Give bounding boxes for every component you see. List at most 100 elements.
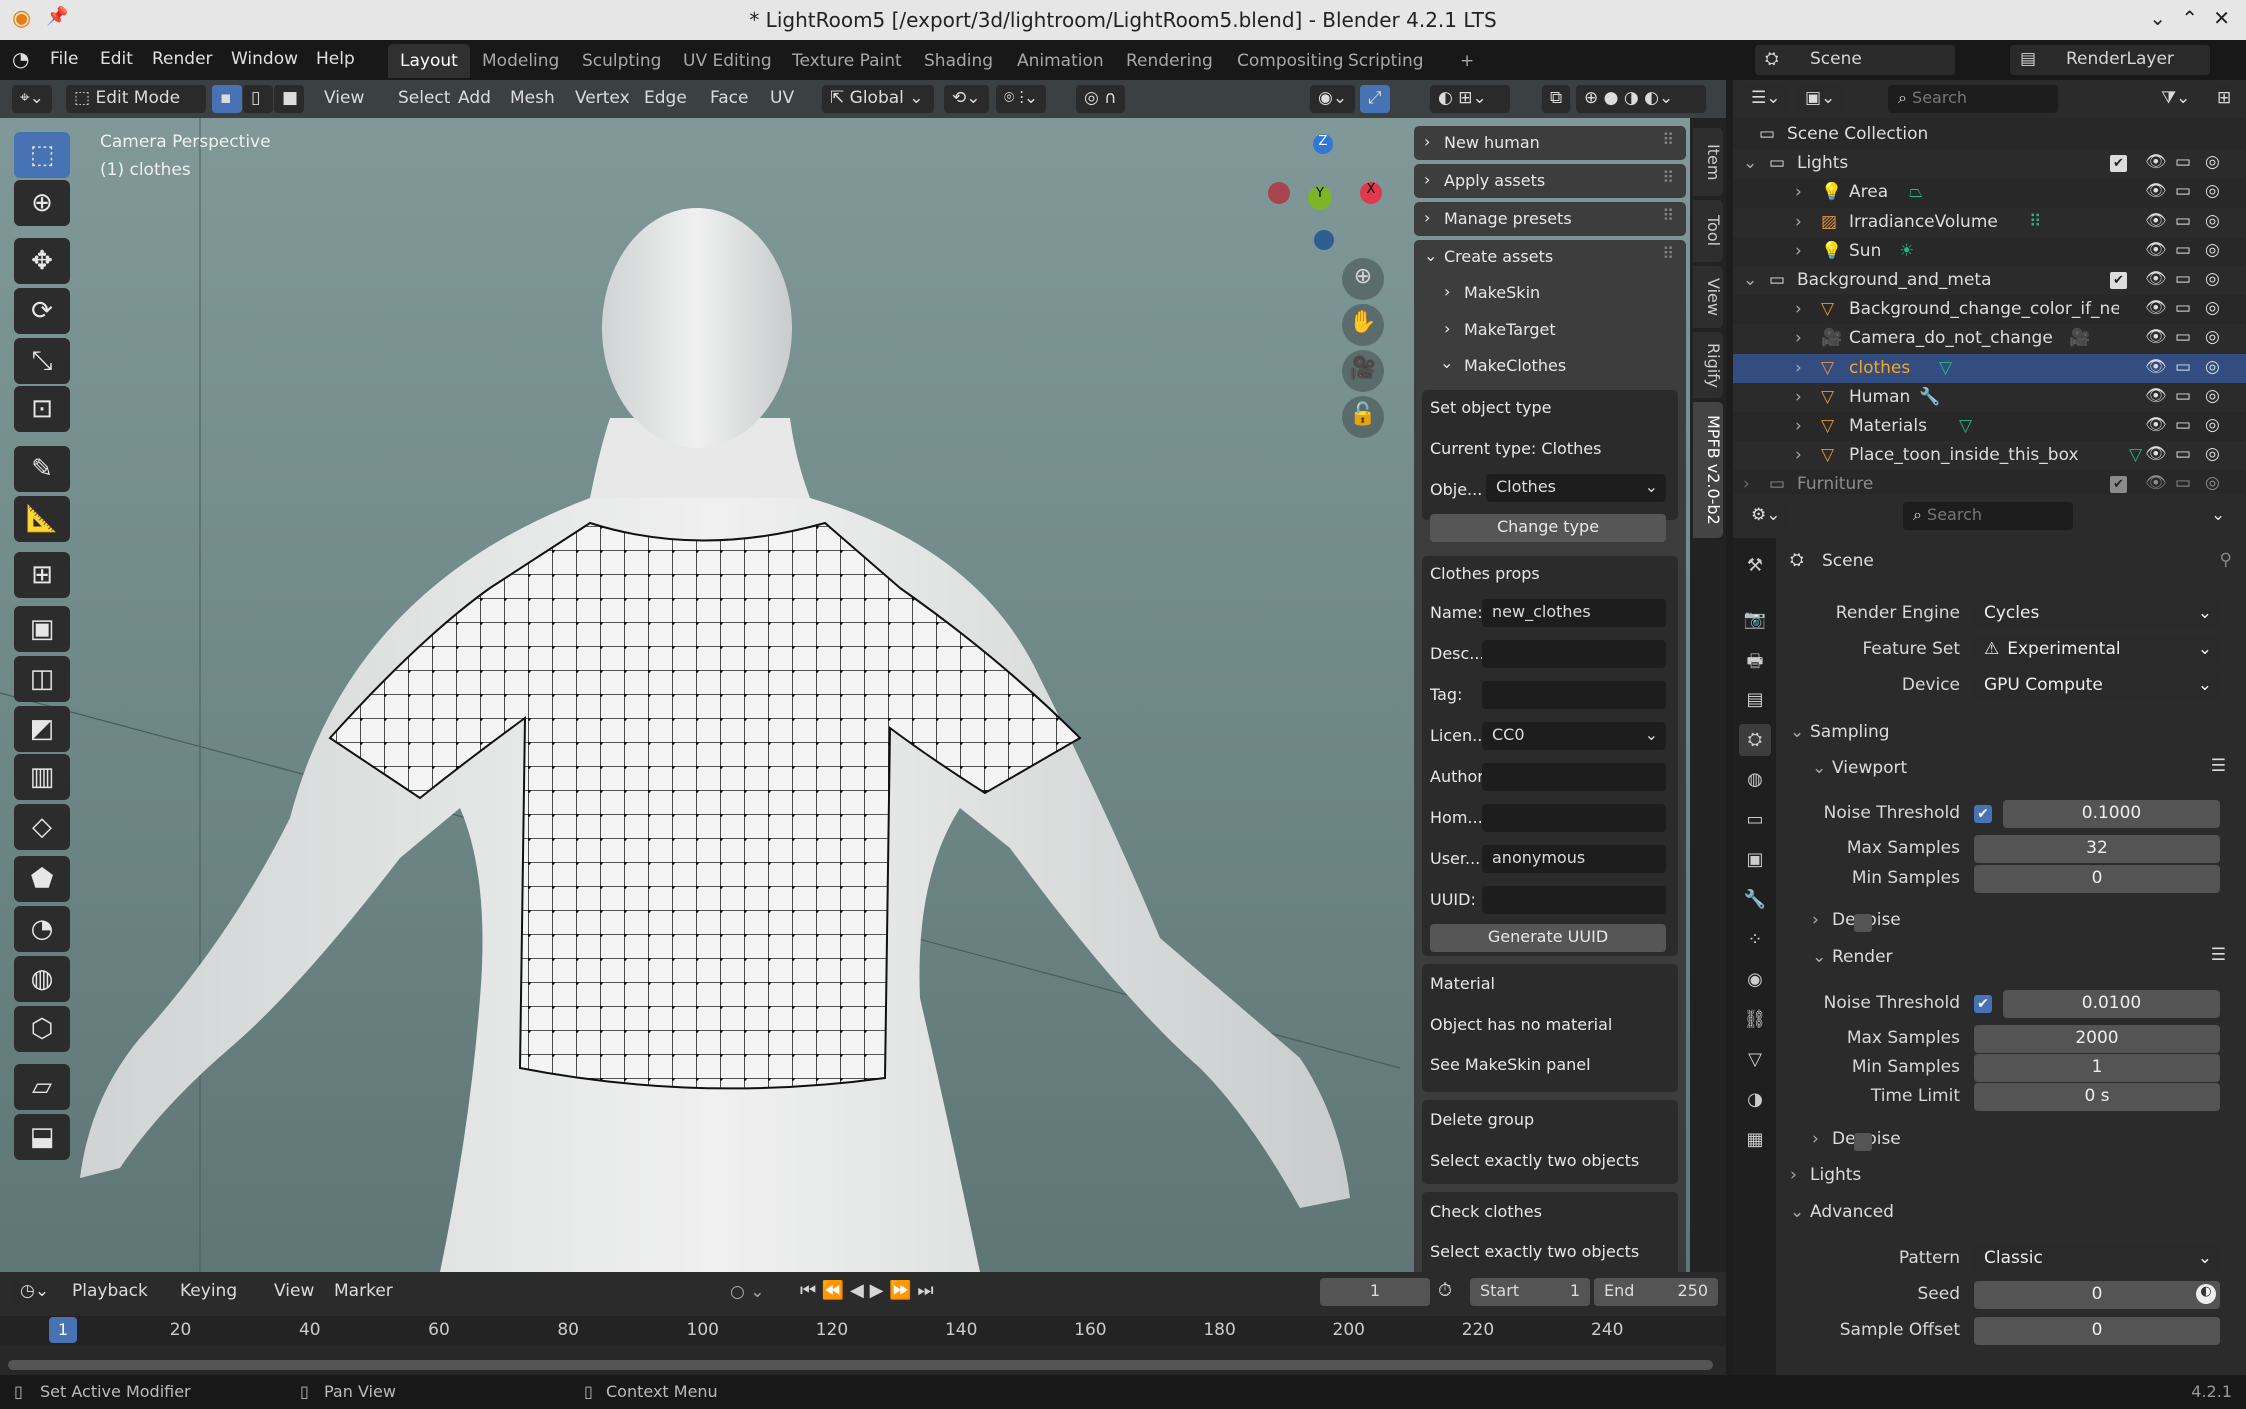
- stopwatch-icon[interactable]: ⏱: [1438, 1280, 1452, 1301]
- visibility-camera-render-icon[interactable]: ◎: [2205, 415, 2220, 435]
- menu-select[interactable]: Select: [390, 85, 458, 113]
- object-name[interactable]: Place_toon_inside_this_box: [1849, 445, 2079, 465]
- object-name[interactable]: Lights: [1797, 153, 1848, 173]
- panel-new-human[interactable]: › New human ⠿: [1414, 126, 1686, 160]
- properties-tab-render-icon[interactable]: 📷: [1739, 604, 1771, 636]
- panel-title[interactable]: Create assets: [1444, 247, 1553, 266]
- visibility-camera-render-icon[interactable]: ◎: [2205, 181, 2220, 201]
- clothes-prop-field[interactable]: new_clothes: [1482, 599, 1666, 627]
- properties-tab-data-icon[interactable]: ▽: [1739, 1044, 1771, 1076]
- shading-modes[interactable]: ⊕ ● ◑ ◐⌄: [1576, 85, 1706, 113]
- playhead[interactable]: 1: [49, 1317, 77, 1343]
- visibility-monitor-icon[interactable]: ▭: [2175, 473, 2191, 493]
- gizmo-neg-x[interactable]: [1268, 182, 1290, 204]
- new-collection-icon[interactable]: ⊞: [2209, 85, 2240, 113]
- tab-rigify[interactable]: Rigify: [1693, 332, 1723, 398]
- subpanel-makeskin[interactable]: MakeSkin: [1464, 283, 1540, 302]
- tool-inset-icon[interactable]: ◫: [14, 656, 70, 702]
- visibility-camera-render-icon[interactable]: ◎: [2205, 473, 2220, 493]
- subpanel-makeclothes[interactable]: MakeClothes: [1464, 356, 1566, 375]
- chevron-right-icon[interactable]: ›: [1795, 328, 1802, 348]
- visibility-eye-icon[interactable]: 👁: [2145, 357, 2167, 377]
- exclude-checkbox[interactable]: ✔: [2110, 272, 2127, 289]
- clothes-prop-field[interactable]: CC0 ⌄: [1482, 722, 1666, 750]
- drag-handle-icon[interactable]: ⠿: [1662, 206, 1674, 225]
- drag-handle-icon[interactable]: ⠿: [1662, 130, 1674, 149]
- chevron-right-icon[interactable]: ›: [1795, 182, 1802, 202]
- menu-edge[interactable]: Edge: [636, 85, 695, 113]
- properties-tab-world-icon[interactable]: ◍: [1739, 764, 1771, 796]
- gizmo-x-axis[interactable]: X: [1360, 182, 1382, 204]
- playback-controls[interactable]: ⏮ ⏪ ◀ ▶ ⏩ ⏭: [800, 1280, 934, 1301]
- chevron-right-icon[interactable]: ›: [1812, 1129, 1819, 1149]
- timeline-editor-type[interactable]: ◷⌄: [12, 1278, 58, 1306]
- gizmo-y-axis[interactable]: Y: [1308, 186, 1332, 210]
- properties-tab-object-icon[interactable]: ▣: [1739, 844, 1771, 876]
- tool-rip-icon[interactable]: ⬓: [14, 1114, 70, 1160]
- object-name[interactable]: clothes: [1849, 358, 1910, 378]
- end-frame-field[interactable]: End 250: [1594, 1278, 1718, 1306]
- modifier-icon[interactable]: 🔧: [1919, 387, 1940, 407]
- properties-tab-scene-icon[interactable]: ⛭: [1739, 724, 1771, 756]
- visibility-monitor-icon[interactable]: ▭: [2175, 327, 2191, 347]
- property-field[interactable]: 0.0100: [2003, 990, 2220, 1018]
- outliner-row-furniture[interactable]: › ▭ Furniture ✔ 👁 ▭ ◎: [1733, 470, 2246, 494]
- panel-manage-presets[interactable]: › Manage presets ⠿: [1414, 202, 1686, 236]
- properties-tab-constraints-icon[interactable]: ⛓: [1739, 1004, 1771, 1036]
- object-name[interactable]: Background_change_color_if_nec: [1849, 299, 2119, 319]
- tool-move-icon[interactable]: ✥: [14, 238, 70, 284]
- display-mode-icon[interactable]: ▣⌄: [1797, 85, 1844, 113]
- outliner-row-place_toon_inside_this_box[interactable]: › ▽ Place_toon_inside_this_box ▽ 👁 ▭ ◎: [1733, 441, 2246, 471]
- tool-poly-build-icon[interactable]: ⬟: [14, 856, 70, 902]
- visibility-monitor-icon[interactable]: ▭: [2175, 444, 2191, 464]
- edge-select-button[interactable]: ▯: [243, 85, 273, 113]
- outliner-row-area[interactable]: › 💡 Area ⏢ 👁 ▭ ◎: [1733, 178, 2246, 207]
- outliner-editor-type[interactable]: ☰⌄: [1743, 85, 1789, 113]
- transform-orientation[interactable]: ⇱ Global ⌄: [822, 85, 934, 113]
- visibility-monitor-icon[interactable]: ▭: [2175, 240, 2191, 260]
- pivot-icon[interactable]: ⟲⌄: [944, 85, 989, 113]
- outliner-row-camera_do_not_change[interactable]: › 🎥 Camera_do_not_change 🎥 👁 ▭ ◎: [1733, 324, 2246, 354]
- tool-extrude-icon[interactable]: ▣: [14, 606, 70, 652]
- checkbox[interactable]: ✔: [1974, 995, 1992, 1013]
- chevron-down-icon[interactable]: ⌄: [1790, 722, 1804, 742]
- tab-layout[interactable]: Layout: [388, 44, 470, 78]
- tool-rotate-icon[interactable]: ⟳: [14, 288, 70, 334]
- camera-view-icon[interactable]: 🎥: [1342, 350, 1384, 392]
- properties-tab-view-layer-icon[interactable]: ▤: [1739, 684, 1771, 716]
- scene-selector[interactable]: ⛭ Scene: [1755, 45, 1955, 75]
- outliner-row-sun[interactable]: › 💡 Sun ☀ 👁 ▭ ◎: [1733, 237, 2246, 266]
- clothes-prop-field[interactable]: [1482, 886, 1666, 914]
- chevron-down-icon[interactable]: ⌄: [1743, 153, 1757, 173]
- visibility-monitor-icon[interactable]: ▭: [2175, 152, 2191, 172]
- pin-icon[interactable]: ⚲: [2220, 550, 2232, 570]
- visibility-monitor-icon[interactable]: ▭: [2175, 298, 2191, 318]
- tab-add[interactable]: +: [1448, 44, 1486, 78]
- chevron-down-icon[interactable]: ⌄: [1743, 270, 1757, 290]
- section-header[interactable]: Lights: [1810, 1165, 1861, 1185]
- chevron-right-icon[interactable]: ›: [1795, 416, 1802, 436]
- visibility-monitor-icon[interactable]: ▭: [2175, 211, 2191, 231]
- menu-uv[interactable]: UV: [762, 85, 802, 113]
- camera-data-icon[interactable]: 🎥: [2069, 328, 2090, 348]
- visibility-camera-render-icon[interactable]: ◎: [2205, 327, 2220, 347]
- menu-face[interactable]: Face: [702, 85, 756, 113]
- proportional-edit-icon[interactable]: ◎ ∩: [1076, 85, 1125, 113]
- snap-icon[interactable]: ⌾ ⫶⌄: [996, 85, 1047, 113]
- grid-icon[interactable]: ⠿: [2029, 212, 2041, 232]
- change-type-button[interactable]: Change type: [1430, 514, 1666, 542]
- timeline-menu-playback[interactable]: Playback: [64, 1278, 156, 1306]
- menu-render[interactable]: Render: [152, 49, 213, 69]
- drag-handle-icon[interactable]: ⠿: [1662, 168, 1674, 187]
- exclude-checkbox[interactable]: ✔: [2110, 155, 2127, 173]
- properties-tab-texture-icon[interactable]: ▦: [1739, 1124, 1771, 1156]
- properties-tab-particles-icon[interactable]: ⁘: [1739, 924, 1771, 956]
- visibility-monitor-icon[interactable]: ▭: [2175, 181, 2191, 201]
- outliner-row-background_and_meta[interactable]: ⌄ ▭ Background_and_meta ✔ 👁 ▭ ◎: [1733, 266, 2246, 295]
- property-field[interactable]: ⚠ Experimental ⌄: [1974, 636, 2220, 664]
- property-field[interactable]: 32: [1974, 835, 2220, 863]
- visibility-camera-render-icon[interactable]: ◎: [2205, 357, 2220, 377]
- tab-modeling[interactable]: Modeling: [470, 44, 571, 78]
- menu-vertex[interactable]: Vertex: [567, 85, 638, 113]
- object-name[interactable]: IrradianceVolume: [1849, 212, 1998, 232]
